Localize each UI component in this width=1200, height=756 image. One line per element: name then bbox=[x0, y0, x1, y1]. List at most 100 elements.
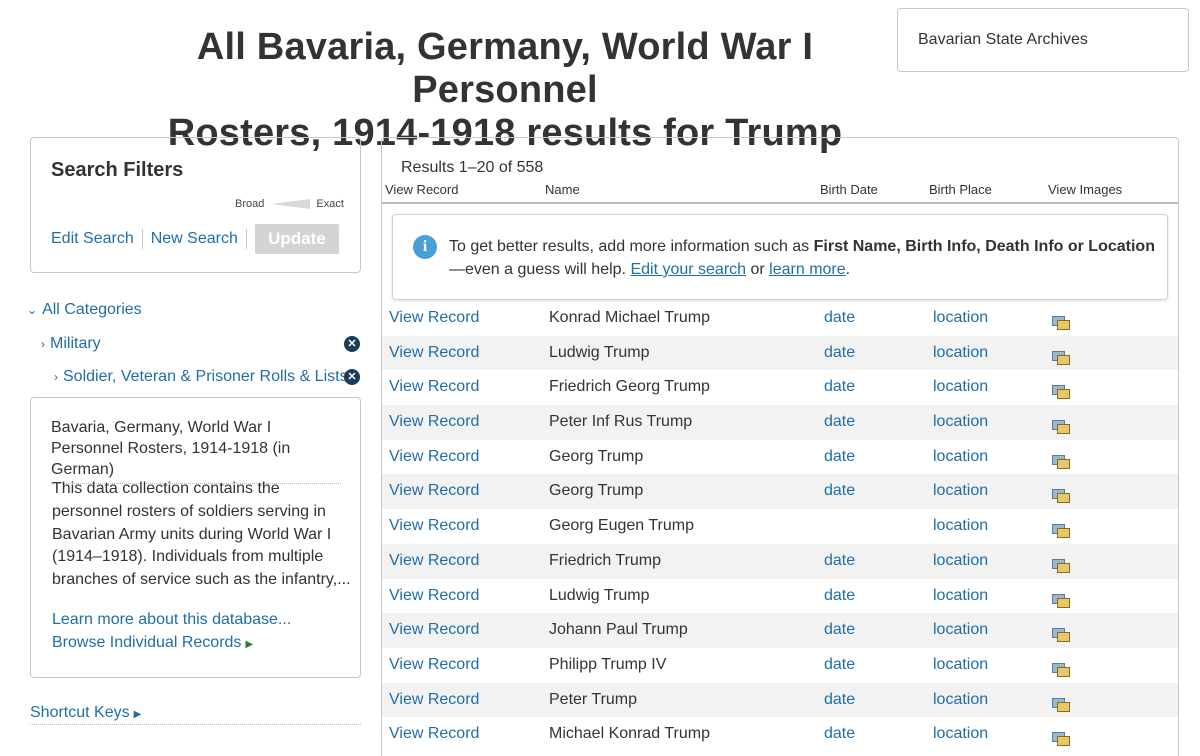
col-header-name[interactable]: Name bbox=[545, 182, 580, 197]
category-soldier-rolls[interactable]: › Soldier, Veteran & Prisoner Rolls & Li… bbox=[54, 368, 348, 386]
table-row: View Record Friedrich Georg Trump date loca… bbox=[382, 370, 1178, 405]
record-name: Michael Konrad Trump bbox=[549, 725, 710, 743]
category-all[interactable]: ⌄ All Categories bbox=[27, 301, 142, 319]
edit-your-search-link[interactable]: Edit your search bbox=[630, 261, 746, 278]
birth-place-link[interactable]: location bbox=[933, 691, 988, 709]
view-record-link[interactable]: View Record bbox=[389, 725, 479, 743]
image-icon bbox=[1052, 420, 1070, 435]
birth-place-link[interactable]: location bbox=[933, 344, 988, 362]
image-icon bbox=[1052, 454, 1070, 469]
record-name: Peter Trump bbox=[549, 690, 638, 708]
view-images-icon[interactable] bbox=[1052, 447, 1070, 469]
birth-place-link[interactable]: location bbox=[933, 587, 988, 605]
slider-wedge-icon[interactable] bbox=[270, 199, 311, 209]
view-images-icon[interactable] bbox=[1052, 620, 1070, 643]
new-search-link[interactable]: New Search bbox=[151, 230, 238, 248]
database-title: Bavaria, Germany, World War I Personnel … bbox=[51, 417, 341, 484]
view-record-link[interactable]: View Record bbox=[389, 691, 479, 709]
view-images-icon[interactable] bbox=[1052, 377, 1070, 400]
birth-date-link[interactable]: date bbox=[824, 725, 855, 743]
record-name: Georg Trump bbox=[549, 447, 644, 465]
image-icon bbox=[1052, 489, 1070, 504]
birth-place-link[interactable]: location bbox=[933, 413, 988, 431]
birth-place-link[interactable]: location bbox=[933, 482, 988, 500]
view-record-link[interactable]: View Record bbox=[389, 482, 479, 500]
view-images-icon[interactable] bbox=[1052, 551, 1070, 573]
record-name: Georg Trump bbox=[549, 482, 644, 500]
birth-date-link[interactable]: date bbox=[824, 378, 855, 396]
update-button[interactable]: Update bbox=[254, 224, 339, 254]
birth-date-link[interactable]: date bbox=[824, 482, 855, 500]
birth-place-link[interactable]: location bbox=[933, 725, 988, 743]
slider-exact-label: Exact bbox=[316, 198, 344, 210]
birth-place-link[interactable]: location bbox=[933, 621, 988, 639]
col-header-birth-place[interactable]: Birth Place bbox=[929, 182, 992, 197]
record-name: Friedrich Georg Trump bbox=[549, 378, 710, 396]
table-row: View Record Philipp Trump IV date location bbox=[382, 648, 1178, 683]
view-images-icon[interactable] bbox=[1052, 655, 1070, 677]
col-header-view-record: View Record bbox=[385, 182, 459, 197]
birth-place-link[interactable]: location bbox=[933, 309, 988, 327]
birth-place-link[interactable]: location bbox=[933, 517, 988, 535]
shortcut-keys-link[interactable]: Shortcut Keys bbox=[30, 704, 130, 721]
birth-date-link[interactable]: date bbox=[824, 552, 855, 570]
image-icon bbox=[1052, 524, 1070, 539]
birth-date-link[interactable]: date bbox=[824, 413, 855, 431]
broad-exact-slider[interactable]: Broad Exact bbox=[235, 197, 344, 211]
table-row: View Record Ludwig Trump date location bbox=[382, 335, 1178, 371]
birth-date-link[interactable]: date bbox=[824, 344, 855, 362]
birth-place-link[interactable]: location bbox=[933, 448, 988, 466]
birth-date-link[interactable]: date bbox=[824, 309, 855, 327]
birth-place-link[interactable]: location bbox=[933, 378, 988, 396]
divider bbox=[141, 229, 143, 249]
view-images-icon[interactable] bbox=[1052, 343, 1070, 365]
table-row: View Record Georg Trump date location bbox=[382, 440, 1178, 475]
browse-records-link[interactable]: Browse Individual Records bbox=[52, 634, 241, 651]
learn-more-link[interactable]: learn more bbox=[769, 261, 845, 278]
page-title: All Bavaria, Germany, World War I Person… bbox=[100, 26, 910, 155]
view-images-icon[interactable] bbox=[1052, 308, 1070, 330]
search-tip-text: To get better results, add more informat… bbox=[449, 235, 1159, 281]
edit-search-link[interactable]: Edit Search bbox=[51, 230, 134, 248]
birth-place-link[interactable]: location bbox=[933, 656, 988, 674]
view-record-link[interactable]: View Record bbox=[389, 552, 479, 570]
table-row: View Record Michael Konrad Trump date locat… bbox=[382, 717, 1178, 752]
view-record-link[interactable]: View Record bbox=[389, 517, 479, 535]
view-images-icon[interactable] bbox=[1052, 586, 1070, 608]
view-record-link[interactable]: View Record bbox=[389, 378, 479, 396]
birth-date-link[interactable]: date bbox=[824, 621, 855, 639]
shortcut-keys[interactable]: Shortcut Keys ▶ bbox=[30, 704, 361, 725]
category-military[interactable]: › Military bbox=[41, 335, 101, 353]
view-record-link[interactable]: View Record bbox=[389, 448, 479, 466]
record-name: Ludwig Trump bbox=[549, 586, 650, 604]
view-images-icon[interactable] bbox=[1052, 690, 1070, 712]
learn-more-database-link[interactable]: Learn more about this database... bbox=[52, 611, 291, 629]
view-images-icon[interactable] bbox=[1052, 412, 1070, 435]
view-record-link[interactable]: View Record bbox=[389, 621, 479, 639]
category-military-label[interactable]: Military bbox=[50, 335, 101, 353]
view-record-link[interactable]: View Record bbox=[389, 413, 479, 431]
view-record-link[interactable]: View Record bbox=[389, 344, 479, 362]
category-soldier-label[interactable]: Soldier, Veteran & Prisoner Rolls & List… bbox=[63, 368, 348, 386]
view-record-link[interactable]: View Record bbox=[389, 656, 479, 674]
record-name: Georg Eugen Trump bbox=[549, 517, 694, 535]
birth-place-link[interactable]: location bbox=[933, 552, 988, 570]
view-images-icon[interactable] bbox=[1052, 516, 1070, 539]
remove-filter-icon[interactable]: ✕ bbox=[344, 369, 360, 385]
birth-date-link[interactable]: date bbox=[824, 587, 855, 605]
birth-date-link[interactable]: date bbox=[824, 691, 855, 709]
table-row: View Record Peter Inf Rus Trump date locati… bbox=[382, 405, 1178, 440]
browse-records[interactable]: Browse Individual Records ▶ bbox=[52, 634, 253, 652]
view-images-icon[interactable] bbox=[1052, 724, 1070, 747]
remove-filter-icon[interactable]: ✕ bbox=[344, 336, 360, 352]
search-filters-title: Search Filters bbox=[51, 159, 184, 181]
category-all-label[interactable]: All Categories bbox=[42, 301, 142, 319]
birth-date-link[interactable]: date bbox=[824, 656, 855, 674]
view-record-link[interactable]: View Record bbox=[389, 587, 479, 605]
view-images-icon[interactable] bbox=[1052, 481, 1070, 504]
birth-date-link[interactable]: date bbox=[824, 448, 855, 466]
slider-broad-label: Broad bbox=[235, 198, 265, 210]
view-record-link[interactable]: View Record bbox=[389, 309, 479, 327]
col-header-birth-date[interactable]: Birth Date bbox=[820, 182, 878, 197]
info-icon: i bbox=[413, 235, 437, 259]
